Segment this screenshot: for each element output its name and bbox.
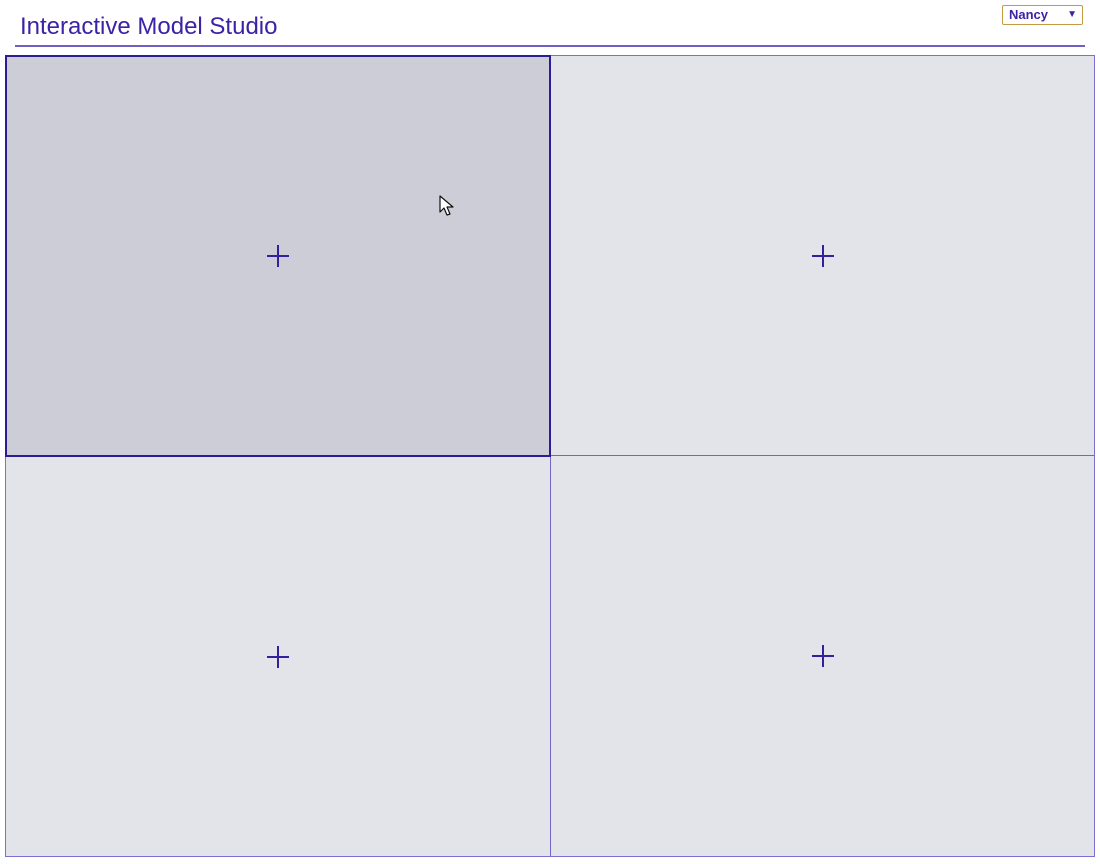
app-header: Interactive Model Studio Nancy ▼	[0, 0, 1100, 50]
plus-icon[interactable]	[267, 245, 289, 267]
plus-icon[interactable]	[267, 645, 289, 668]
panel-bottom-left[interactable]	[6, 456, 550, 856]
user-select[interactable]: Nancy ▼	[1002, 5, 1083, 25]
plus-icon[interactable]	[811, 645, 834, 667]
panel-top-left[interactable]	[5, 55, 551, 457]
model-panel-grid	[5, 55, 1095, 857]
triangle-down-icon: ▼	[1067, 9, 1077, 20]
header-divider	[15, 45, 1085, 47]
user-select-value: Nancy	[1009, 7, 1049, 22]
panel-bottom-right[interactable]	[550, 456, 1094, 856]
app-title: Interactive Model Studio	[20, 13, 278, 40]
panel-top-right[interactable]	[550, 56, 1094, 456]
plus-icon[interactable]	[811, 244, 834, 267]
